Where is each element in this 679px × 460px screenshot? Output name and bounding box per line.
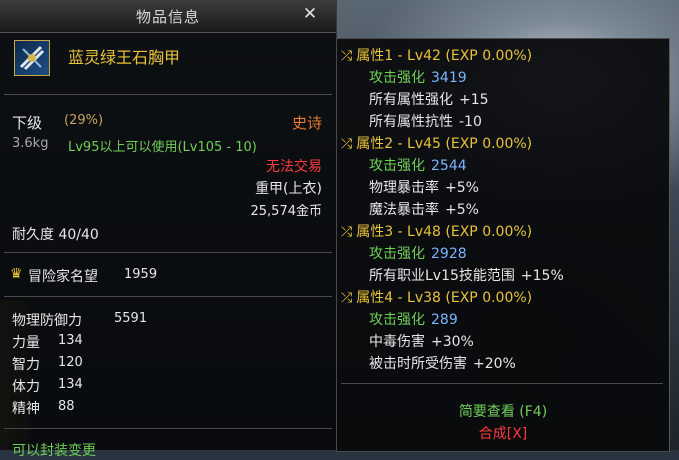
avatar-change-note: 可以封装变更 — [12, 443, 96, 459]
item-price: 25,574金币 — [250, 204, 323, 219]
item-armor-icon — [14, 40, 50, 76]
attribute-header: ⤮ 属性3 - Lv48 (EXP 0.00%) — [341, 224, 533, 240]
stat-value: 134 — [58, 333, 83, 348]
item-grade-percent: (29%) — [64, 113, 104, 128]
brief-view-button[interactable]: 简要查看 (F4) — [337, 401, 669, 421]
item-type: 重甲(上衣) — [255, 181, 322, 197]
attribute-header: ⤮ 属性2 - Lv45 (EXP 0.00%) — [341, 136, 533, 152]
attribute-line: 所有属性抗性 -10 — [369, 114, 482, 130]
attribute-line: 中毒伤害 +30% — [369, 334, 474, 350]
trade-status: 无法交易 — [266, 159, 322, 175]
attribute-line: 攻击强化 3419 — [369, 70, 467, 86]
attribute-line: 攻击强化 289 — [369, 312, 458, 328]
fame-icon: ♛ — [10, 266, 23, 282]
stat-value: 134 — [58, 377, 83, 392]
attribute-header: ⤮ 属性4 - Lv38 (EXP 0.00%) — [341, 290, 533, 306]
attribute-line: 攻击强化 2928 — [369, 246, 467, 262]
item-info-window: 物品信息 ✕ 蓝灵绿王石胸甲 下级 (29%) 史诗 3.6kg Lv95以上可… — [0, 0, 337, 459]
item-weight: 3.6kg — [12, 136, 49, 151]
shuffle-icon: ⤮ — [341, 136, 353, 152]
item-rarity: 史诗 — [291, 114, 322, 132]
item-durability: 耐久度 40/40 — [12, 227, 99, 243]
attribute-header: ⤮ 属性1 - Lv42 (EXP 0.00%) — [341, 48, 533, 64]
item-grade: 下级 — [12, 114, 43, 132]
item-name: 蓝灵绿王石胸甲 — [68, 48, 181, 67]
attribute-panel: ⤮ 属性1 - Lv42 (EXP 0.00%) 攻击强化 3419 所有属性强化 +… — [336, 38, 670, 452]
close-icon[interactable]: ✕ — [300, 4, 320, 26]
divider — [4, 296, 332, 297]
stat-label: 精神 — [12, 401, 40, 417]
attribute-line: 攻击强化 2544 — [369, 158, 467, 174]
divider — [4, 428, 332, 429]
stat-value: 120 — [58, 355, 83, 370]
attribute-line: 物理暴击率 +5% — [369, 180, 479, 196]
adventurer-fame-label: 冒险家名望 — [28, 269, 98, 285]
divider — [4, 94, 332, 95]
window-titlebar[interactable]: 物品信息 ✕ — [0, 0, 336, 33]
attribute-line: 所有属性强化 +15 — [369, 92, 489, 108]
stat-label: 智力 — [12, 357, 40, 373]
adventurer-fame-value: 1959 — [124, 267, 158, 282]
shuffle-icon: ⤮ — [341, 224, 353, 240]
item-requirement: Lv95以上可以使用(Lv105 - 10) — [68, 140, 257, 155]
attribute-line: 所有职业Lv15技能范围 +15% — [369, 268, 564, 284]
shuffle-icon: ⤮ — [341, 48, 353, 64]
stat-label: 物理防御力 — [12, 313, 82, 329]
stat-label: 力量 — [12, 335, 40, 351]
window-title: 物品信息 — [135, 8, 200, 26]
stat-value: 88 — [58, 399, 75, 414]
divider — [341, 383, 663, 384]
stat-value: 5591 — [114, 311, 148, 326]
attribute-line: 被击时所受伤害 +20% — [369, 356, 516, 372]
stat-label: 体力 — [12, 379, 40, 395]
synthesis-button[interactable]: 合成[X] — [337, 423, 669, 443]
divider — [4, 252, 332, 253]
attribute-line: 魔法暴击率 +5% — [369, 202, 479, 218]
shuffle-icon: ⤮ — [341, 290, 353, 306]
